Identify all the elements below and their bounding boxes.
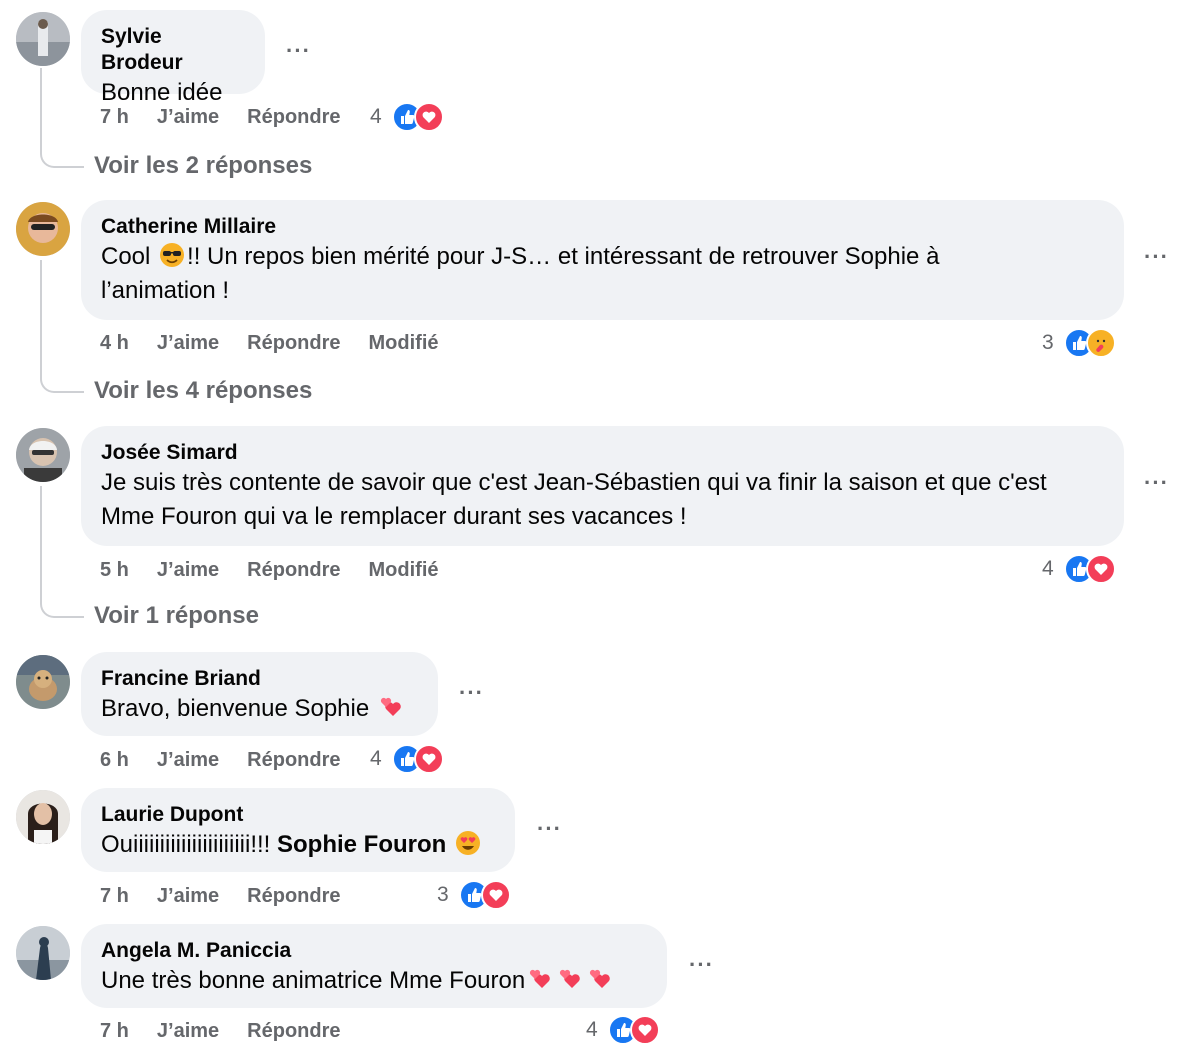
more-options-icon[interactable]: ···: [1144, 470, 1169, 496]
view-replies-link[interactable]: Voir 1 réponse: [94, 602, 259, 630]
reaction-count: 4: [586, 1018, 598, 1041]
more-options-icon[interactable]: ···: [1144, 244, 1169, 270]
comment-author[interactable]: Angela M. Paniccia: [101, 938, 647, 964]
more-options-icon[interactable]: ···: [537, 816, 562, 842]
like-button[interactable]: J’aime: [157, 749, 219, 772]
more-options-icon[interactable]: ···: [286, 38, 311, 64]
avatar[interactable]: [16, 12, 70, 66]
comment-text: Une très bonne animatrice Mme Fouron: [101, 964, 647, 998]
reaction-summary[interactable]: 3: [1042, 328, 1116, 358]
like-button[interactable]: J’aime: [157, 1020, 219, 1043]
thread-connector: [40, 68, 84, 168]
comment-text-part: Une très bonne animatrice Mme Fouron: [101, 967, 526, 994]
edited-label[interactable]: Modifié: [369, 332, 439, 355]
comment-text-part: Ouiiiiiiiiiiiiiiiiiiiiii!!!: [101, 831, 277, 858]
thread-connector: [40, 486, 84, 618]
reply-button[interactable]: Répondre: [247, 885, 340, 908]
comment-bubble: Laurie Dupont Ouiiiiiiiiiiiiiiiiiiiiii!!…: [81, 788, 515, 872]
love-icon: [629, 1015, 660, 1045]
reaction-count: 4: [370, 747, 382, 770]
care-icon: [1085, 328, 1116, 358]
avatar[interactable]: [16, 655, 70, 709]
like-button[interactable]: J’aime: [157, 332, 219, 355]
comment-actions: 7 h J’aime Répondre: [100, 106, 341, 129]
comment-bubble: Francine Briand Bravo, bienvenue Sophie: [81, 652, 438, 736]
comment-actions: 7 h J’aime Répondre: [100, 1020, 341, 1043]
comment-author[interactable]: Francine Briand: [101, 666, 418, 692]
reply-button[interactable]: Répondre: [247, 332, 340, 355]
love-icon: [413, 102, 444, 132]
reaction-summary[interactable]: 3: [437, 880, 511, 910]
comment-text-line2: Mme Fouron qui va le remplacer durant se…: [101, 503, 687, 530]
edited-label[interactable]: Modifié: [369, 559, 439, 582]
comment-text-part: Cool: [101, 243, 158, 270]
comment-bubble: Sylvie Brodeur Bonne idée: [81, 10, 265, 106]
comment-bubble: Catherine Millaire Cool !! Un repos bien…: [81, 200, 1124, 320]
reaction-summary[interactable]: 4: [370, 102, 444, 132]
reply-button[interactable]: Répondre: [247, 106, 340, 129]
comment-time[interactable]: 5 h: [100, 559, 129, 582]
avatar[interactable]: [16, 202, 70, 256]
thread-connector: [40, 260, 84, 393]
comment-text: Ouiiiiiiiiiiiiiiiiiiiiii!!! Sophie Fouro…: [101, 828, 495, 862]
love-icon: [413, 744, 444, 774]
more-options-icon[interactable]: ···: [459, 680, 484, 706]
love-icon: [480, 880, 511, 910]
avatar[interactable]: [16, 428, 70, 482]
comment-time[interactable]: 4 h: [100, 332, 129, 355]
comment-time[interactable]: 7 h: [100, 106, 129, 129]
reaction-count: 4: [1042, 557, 1054, 580]
like-button[interactable]: J’aime: [157, 885, 219, 908]
reply-button[interactable]: Répondre: [247, 1020, 340, 1043]
sunglasses-emoji: [159, 242, 185, 268]
comment-text-line2: l’animation !: [101, 277, 230, 304]
reaction-count: 4: [370, 105, 382, 128]
love-icon: [1085, 554, 1116, 584]
reaction-summary[interactable]: 4: [370, 744, 444, 774]
like-button[interactable]: J’aime: [157, 559, 219, 582]
like-button[interactable]: J’aime: [157, 106, 219, 129]
comment-time[interactable]: 7 h: [100, 1020, 129, 1043]
reply-button[interactable]: Répondre: [247, 749, 340, 772]
comment-text: Bravo, bienvenue Sophie: [101, 692, 418, 726]
comment-author[interactable]: Sylvie Brodeur: [101, 24, 245, 76]
comment-text: Je suis très contente de savoir que c'es…: [101, 469, 1047, 496]
two-hearts-emoji: [378, 694, 404, 720]
comment-text: Bonne idée: [101, 79, 223, 106]
reply-button[interactable]: Répondre: [247, 559, 340, 582]
two-hearts-emoji: [527, 966, 553, 992]
comment-author[interactable]: Josée Simard: [101, 440, 1104, 466]
reaction-summary[interactable]: 4: [586, 1015, 660, 1045]
comment-text: Cool !! Un repos bien mérité pour J-S… e…: [101, 240, 1104, 274]
heart-eyes-emoji: [455, 830, 481, 856]
more-options-icon[interactable]: ···: [689, 952, 714, 978]
view-replies-link[interactable]: Voir les 2 réponses: [94, 152, 312, 180]
comment-actions: 6 h J’aime Répondre: [100, 749, 341, 772]
avatar[interactable]: [16, 790, 70, 844]
comment-actions: 5 h J’aime Répondre Modifié: [100, 559, 439, 582]
comment-actions: 7 h J’aime Répondre: [100, 885, 341, 908]
comment-time[interactable]: 6 h: [100, 749, 129, 772]
reaction-count: 3: [437, 883, 449, 906]
two-hearts-emoji: [587, 966, 613, 992]
comment-author[interactable]: Catherine Millaire: [101, 214, 1104, 240]
comment-text-part: !! Un repos bien mérité pour J-S… et int…: [187, 243, 940, 270]
mention-link[interactable]: Sophie Fouron: [277, 831, 446, 858]
comment-bubble: Angela M. Paniccia Une très bonne animat…: [81, 924, 667, 1008]
comment-bubble: Josée Simard Je suis très contente de sa…: [81, 426, 1124, 546]
comment-author[interactable]: Laurie Dupont: [101, 802, 495, 828]
avatar[interactable]: [16, 926, 70, 980]
two-hearts-emoji: [557, 966, 583, 992]
reaction-count: 3: [1042, 331, 1054, 354]
comment-text-part: Bravo, bienvenue Sophie: [101, 695, 370, 722]
comment-time[interactable]: 7 h: [100, 885, 129, 908]
view-replies-link[interactable]: Voir les 4 réponses: [94, 377, 312, 405]
reaction-summary[interactable]: 4: [1042, 554, 1116, 584]
comment-actions: 4 h J’aime Répondre Modifié: [100, 332, 439, 355]
